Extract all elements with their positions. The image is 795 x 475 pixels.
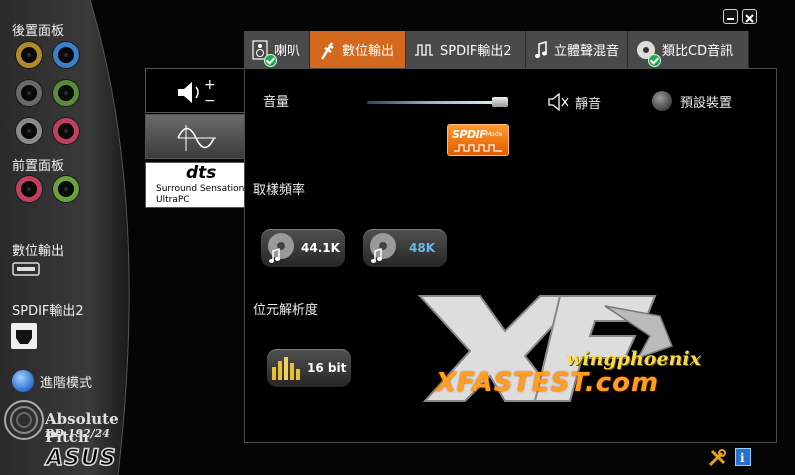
spdif2-label: SPDIF輸出2 bbox=[12, 304, 84, 319]
sample-rate-label: 取樣頻率 bbox=[253, 183, 306, 198]
audio-jack[interactable] bbox=[16, 118, 42, 144]
spdif-mode-badge[interactable]: SPDIF Mode bbox=[447, 124, 509, 156]
spdif-badge-text: SPDIF bbox=[452, 128, 487, 141]
effect-dts-button[interactable]: dts Surround Sensation UltraPC bbox=[145, 162, 245, 208]
tools-icon[interactable] bbox=[707, 448, 727, 468]
equalizer-bars-icon bbox=[272, 357, 300, 380]
front-panel-label: 前置面板 bbox=[12, 159, 65, 174]
plug-icon bbox=[320, 41, 334, 60]
dts-logo: dts bbox=[186, 163, 217, 183]
tab-analog-cd-label: 類比CD音訊 bbox=[662, 44, 734, 59]
watermark-wingphoenix: wingphoenix bbox=[566, 348, 701, 370]
hdmi-port-icon[interactable] bbox=[12, 262, 40, 276]
audio-jack[interactable] bbox=[16, 176, 42, 202]
bit-depth-button[interactable]: 16 bit bbox=[267, 349, 351, 387]
tab-speakers[interactable]: 喇叭 bbox=[244, 31, 310, 68]
effects-sidebar: + − dts Surround Sensation UltraPC bbox=[145, 68, 245, 210]
sample-rate-48k-button[interactable]: 48K bbox=[363, 229, 447, 267]
speakers-check-icon bbox=[264, 54, 277, 67]
mute-label: 靜音 bbox=[575, 97, 602, 112]
info-icon: i bbox=[740, 451, 745, 465]
rear-panel-label: 後置面板 bbox=[12, 24, 65, 39]
bit-depth-label: 位元解析度 bbox=[253, 303, 319, 318]
audio-jack[interactable] bbox=[53, 80, 79, 106]
mute-speaker-icon[interactable] bbox=[547, 93, 569, 111]
tab-spdif2[interactable]: SPDIF輸出2 bbox=[406, 31, 526, 68]
music-note-icon bbox=[535, 40, 547, 58]
audio-jack[interactable] bbox=[53, 42, 79, 68]
volume-label: 音量 bbox=[263, 95, 290, 110]
volume-slider-track[interactable] bbox=[367, 101, 507, 104]
svg-text:+: + bbox=[204, 77, 216, 93]
disc-note-icon bbox=[370, 233, 396, 263]
spdif-wave-icon bbox=[454, 144, 502, 152]
disc-note-icon bbox=[268, 233, 294, 263]
default-device-button[interactable] bbox=[652, 91, 672, 111]
dts-line2: UltraPC bbox=[156, 195, 190, 205]
info-button[interactable]: i bbox=[735, 448, 751, 466]
advanced-mode-radio[interactable] bbox=[12, 370, 34, 392]
advanced-mode-label: 進階模式 bbox=[40, 376, 93, 391]
sine-wave-icon bbox=[177, 125, 216, 151]
watermark-xfastest: XFASTEST.com bbox=[436, 368, 660, 398]
audio-jack[interactable] bbox=[16, 42, 42, 68]
svg-text:i: i bbox=[740, 451, 745, 465]
svg-text:−: − bbox=[204, 93, 216, 109]
audio-jack[interactable] bbox=[53, 118, 79, 144]
effect-volume-button[interactable]: + − bbox=[145, 68, 245, 113]
sample-rate-48k-label: 48K bbox=[409, 241, 435, 255]
tab-digital-output[interactable]: 數位輸出 bbox=[310, 31, 406, 68]
tab-analog-cd[interactable]: 類比CD音訊 bbox=[628, 31, 749, 68]
default-device-label: 預設裝置 bbox=[680, 96, 733, 111]
volume-plus-minus-icon: + − bbox=[178, 77, 216, 109]
absolute-pitch-logo-icon bbox=[4, 400, 44, 440]
sample-rate-44k-button[interactable]: 44.1K bbox=[261, 229, 345, 267]
close-button[interactable] bbox=[742, 9, 757, 24]
audio-jack[interactable] bbox=[16, 80, 42, 106]
analog-cd-check-icon bbox=[648, 54, 661, 67]
tab-digital-output-label: 數位輸出 bbox=[342, 44, 395, 59]
asus-logo: ASUS bbox=[45, 445, 117, 472]
left-device-panel: 後置面板 前置面板 數位輸出 SPDIF輸出2 進階模式 Absolute Pi… bbox=[0, 0, 150, 475]
audio-jack[interactable] bbox=[53, 176, 79, 202]
spdif-badge-sub: Mode bbox=[486, 131, 503, 138]
optical-port-icon[interactable] bbox=[10, 322, 38, 350]
pulse-wave-icon bbox=[415, 43, 433, 56]
close-icon bbox=[745, 14, 754, 23]
bit-depth-value: 16 bit bbox=[307, 361, 347, 375]
tab-strip: 喇叭 數位輸出 SPDIF輸出2 立體聲混音 類比CD音訊 bbox=[244, 31, 749, 69]
tab-speakers-label: 喇叭 bbox=[274, 44, 301, 59]
minimize-button[interactable] bbox=[723, 9, 738, 24]
absolute-pitch-subtitle: BD 192/24 bbox=[45, 427, 110, 440]
volume-slider-thumb[interactable] bbox=[492, 97, 508, 107]
minimize-icon bbox=[727, 18, 734, 20]
tab-stereo-mix-label: 立體聲混音 bbox=[554, 44, 620, 59]
tab-spdif2-label: SPDIF輸出2 bbox=[440, 44, 512, 59]
effect-waveform-button[interactable] bbox=[145, 114, 245, 159]
sample-rate-44k-label: 44.1K bbox=[301, 241, 340, 255]
dts-line1: Surround Sensation bbox=[156, 184, 245, 194]
digital-output-label: 數位輸出 bbox=[12, 244, 65, 259]
tab-stereo-mix[interactable]: 立體聲混音 bbox=[526, 31, 628, 68]
audio-manager-window: 後置面板 前置面板 數位輸出 SPDIF輸出2 進階模式 Absolute Pi… bbox=[0, 0, 795, 475]
